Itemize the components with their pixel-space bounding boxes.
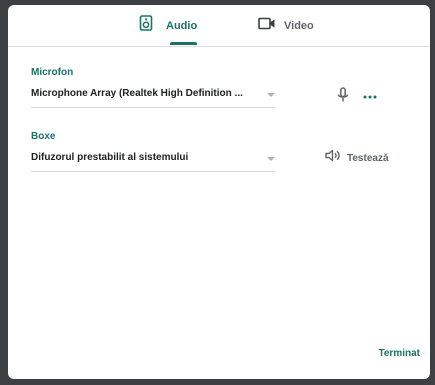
microphone-level-button[interactable] xyxy=(337,87,349,108)
speaker-icon xyxy=(325,149,341,167)
tab-video[interactable]: Video xyxy=(258,5,314,46)
microphone-section-title: Microfon xyxy=(31,67,74,78)
tab-video-label: Video xyxy=(284,19,314,32)
video-camera-icon xyxy=(258,17,276,35)
speakers-select-value: Difuzorul prestabilit al sistemului xyxy=(31,152,189,163)
audio-settings-dialog: Audio Video Microfon Microphone Array (R… xyxy=(8,5,430,379)
tab-audio-label: Audio xyxy=(166,19,198,32)
speakers-select[interactable]: Difuzorul prestabilit al sistemului xyxy=(31,147,275,172)
done-button[interactable]: Terminat xyxy=(379,348,421,359)
active-tab-indicator xyxy=(170,42,197,45)
microphone-select-value: Microphone Array (Realtek High Definitio… xyxy=(31,88,243,99)
settings-tabs: Audio Video xyxy=(8,5,430,47)
test-speakers-label: Testează xyxy=(347,152,389,164)
test-speakers-button[interactable]: Testează xyxy=(325,149,389,167)
tab-audio[interactable]: Audio xyxy=(139,5,197,46)
microphone-icon xyxy=(337,87,349,108)
speaker-device-icon xyxy=(139,15,153,36)
dropdown-arrow-icon xyxy=(267,157,275,161)
more-horizontal-icon xyxy=(363,86,377,104)
more-options-button[interactable] xyxy=(363,88,377,102)
microphone-select[interactable]: Microphone Array (Realtek High Definitio… xyxy=(31,83,275,108)
dropdown-arrow-icon xyxy=(267,93,275,97)
speakers-section-title: Boxe xyxy=(31,131,56,142)
